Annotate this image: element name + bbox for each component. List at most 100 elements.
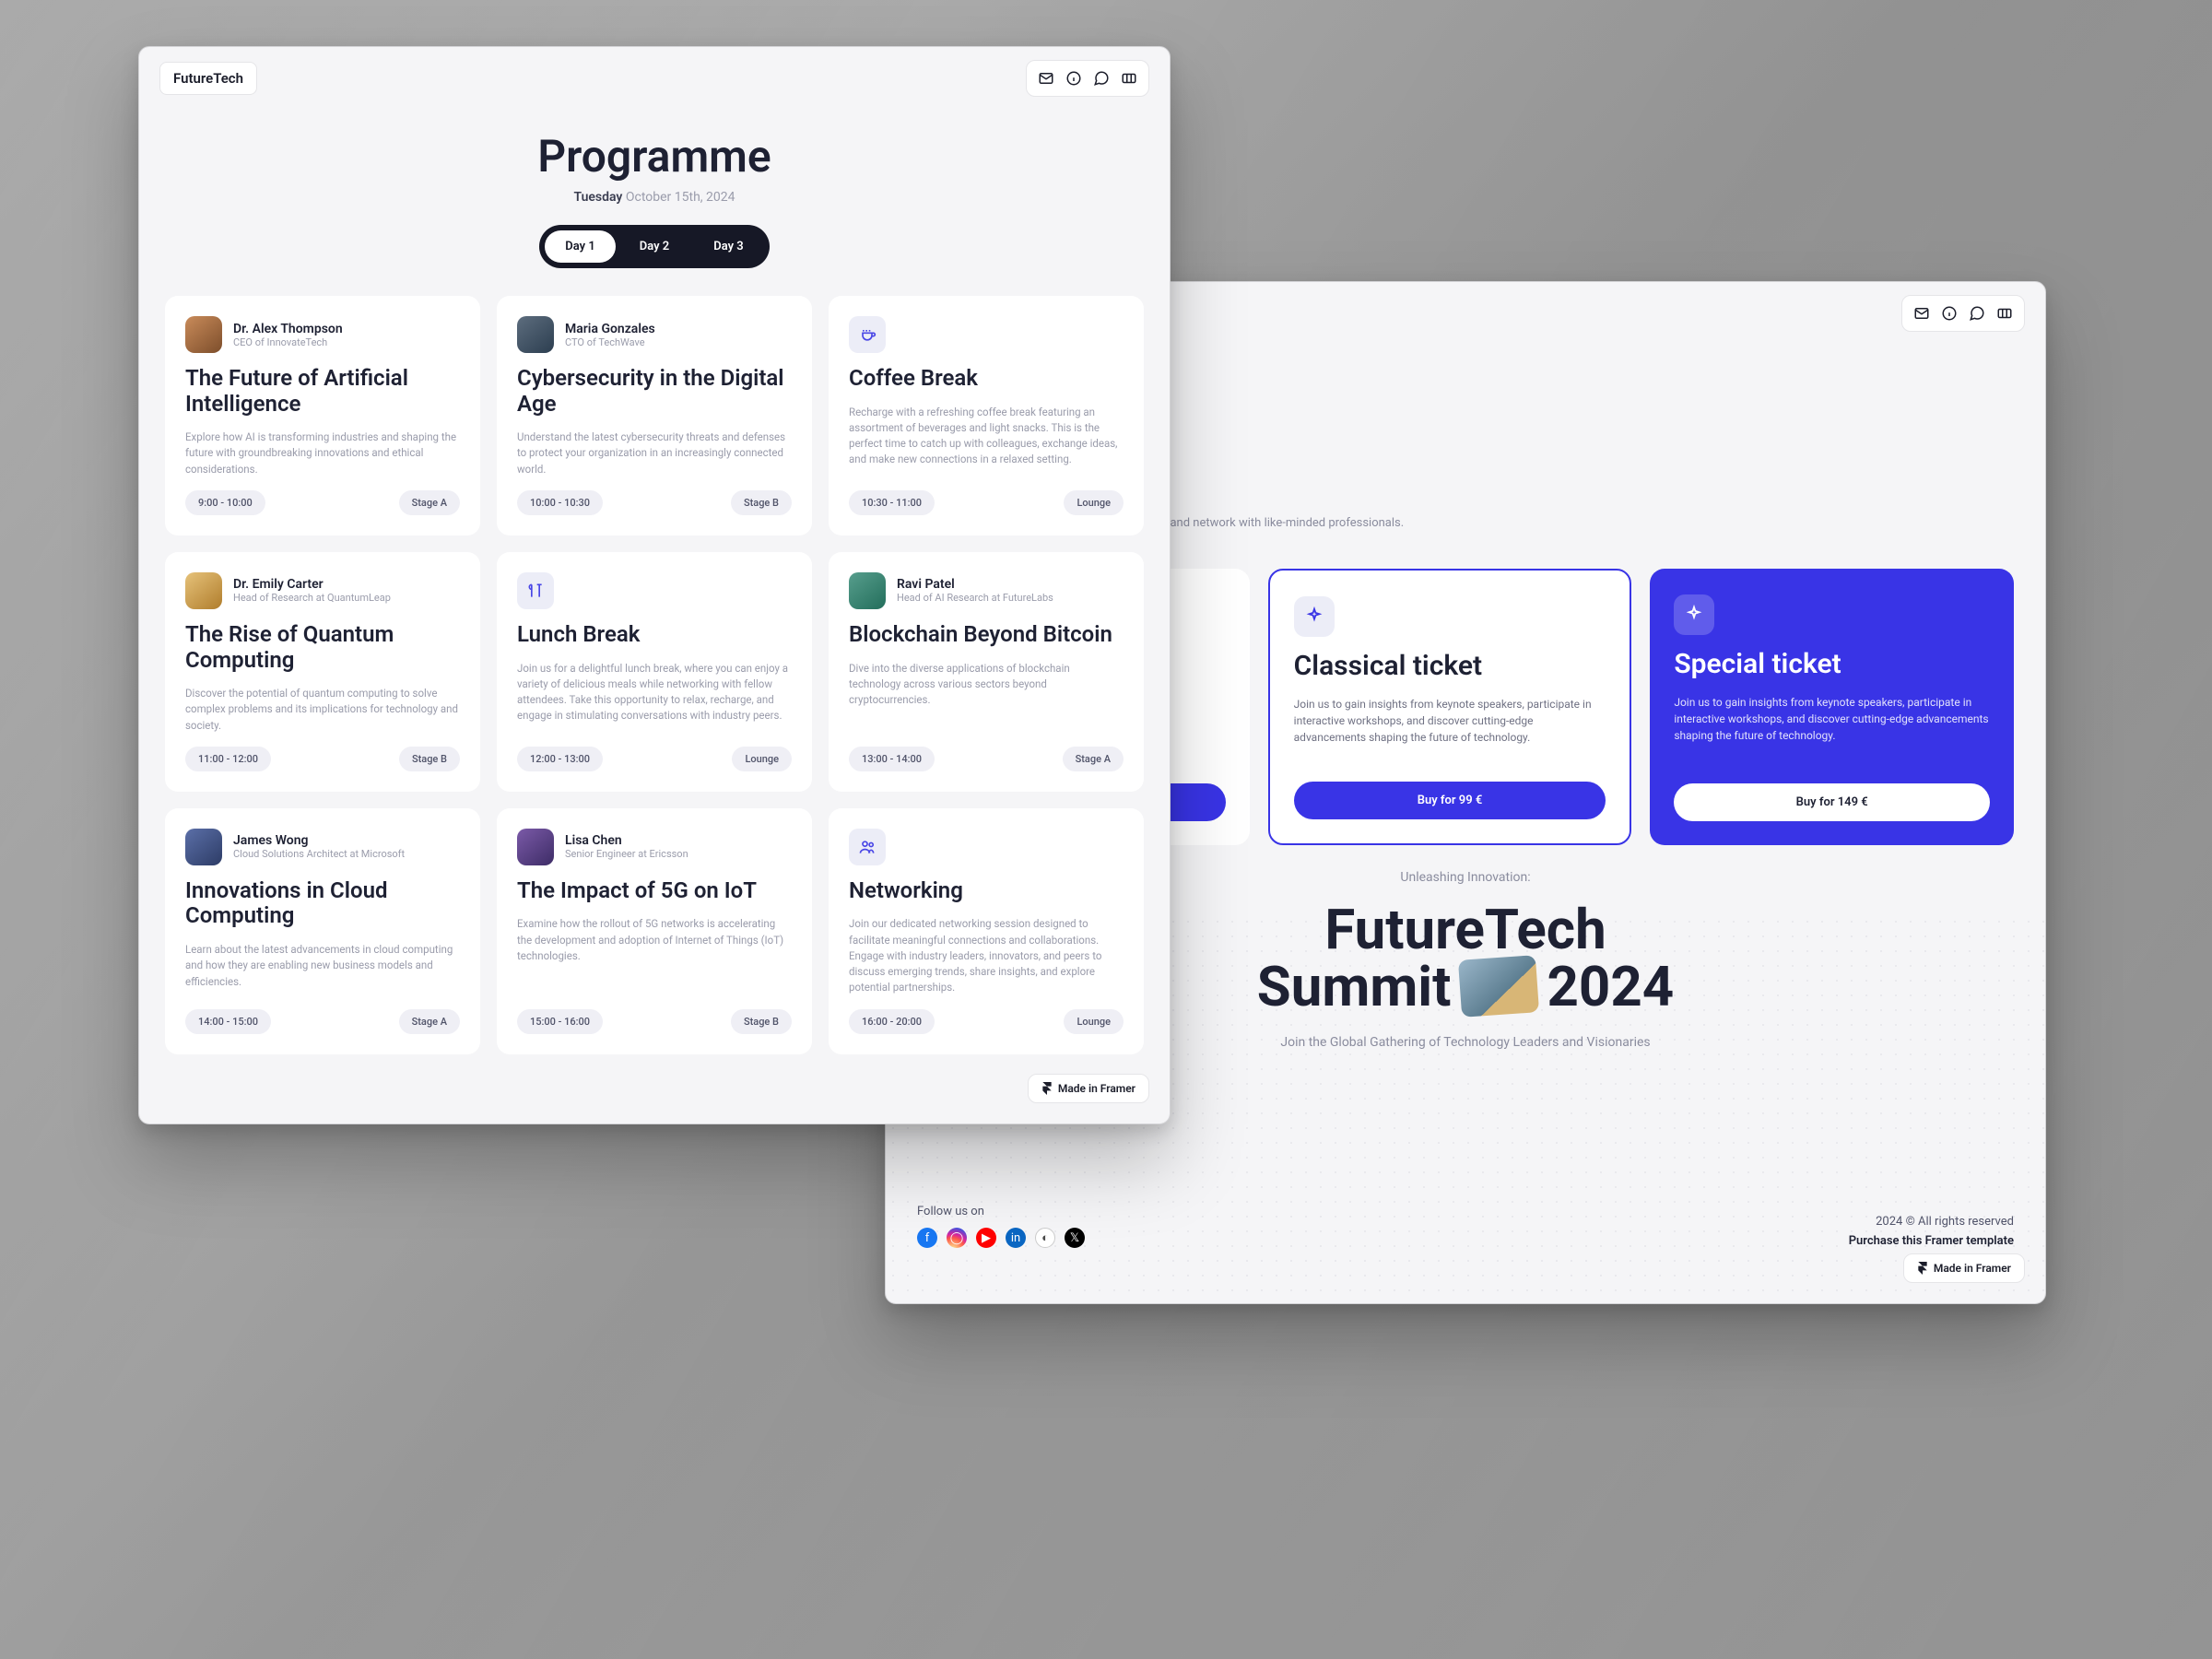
- session-title: Lunch Break: [517, 622, 792, 648]
- speaker-block: Lisa Chen Senior Engineer at Ericsson: [517, 829, 792, 865]
- ticket-desc: Join us to gain insights from keynote sp…: [1294, 696, 1606, 746]
- speaker-avatar: [185, 829, 222, 865]
- ticket-name: Classical ticket: [1294, 652, 1606, 681]
- x-icon[interactable]: 𝕏: [1065, 1228, 1085, 1248]
- tickets-heading: now: [1079, 465, 2014, 505]
- speaker-name: Ravi Patel: [897, 577, 1053, 592]
- buy-button[interactable]: Buy for 149 €: [1674, 783, 1990, 821]
- session-card[interactable]: Lisa Chen Senior Engineer at Ericsson Th…: [497, 808, 812, 1054]
- facebook-icon[interactable]: f: [917, 1228, 937, 1248]
- window-header: FutureTech: [139, 47, 1170, 110]
- mail-icon[interactable]: [1912, 303, 1932, 324]
- footer-hero-line2b: 2024: [1547, 959, 1674, 1015]
- room-pill: Stage A: [1063, 747, 1124, 771]
- template-link[interactable]: Purchase this Framer template: [1849, 1234, 2014, 1248]
- time-pill: 15:00 - 16:00: [517, 1009, 603, 1034]
- ticket-icon[interactable]: [1994, 303, 2015, 324]
- time-pill: 12:00 - 13:00: [517, 747, 603, 771]
- session-title: Blockchain Beyond Bitcoin: [849, 622, 1124, 648]
- session-desc: Recharge with a refreshing coffee break …: [849, 405, 1124, 468]
- session-title: Cybersecurity in the Digital Age: [517, 366, 792, 417]
- session-desc: Learn about the latest advancements in c…: [185, 942, 460, 990]
- tab-day-1[interactable]: Day 1: [545, 230, 615, 263]
- instagram-icon[interactable]: ◯: [947, 1228, 967, 1248]
- room-pill: Lounge: [732, 747, 792, 771]
- food-icon: [517, 572, 554, 609]
- speaker-avatar: [185, 316, 222, 353]
- programme-date: Tuesday October 15th, 2024: [165, 190, 1144, 205]
- speaker-block: Ravi Patel Head of AI Research at Future…: [849, 572, 1124, 609]
- speaker-role: Senior Engineer at Ericsson: [565, 848, 688, 860]
- ticket-icon[interactable]: [1119, 68, 1139, 88]
- time-pill: 10:00 - 10:30: [517, 490, 603, 515]
- dribbble-icon[interactable]: ◐: [1035, 1228, 1055, 1248]
- page-title: Programme: [165, 130, 1144, 182]
- time-pill: 10:30 - 11:00: [849, 490, 935, 515]
- session-title: Coffee Break: [849, 366, 1124, 392]
- people-icon: [849, 829, 886, 865]
- session-card[interactable]: Ravi Patel Head of AI Research at Future…: [829, 552, 1144, 792]
- info-icon[interactable]: [1939, 303, 1959, 324]
- session-card[interactable]: Dr. Alex Thompson CEO of InnovateTech Th…: [165, 296, 480, 535]
- buy-button[interactable]: Buy for 99 €: [1294, 782, 1606, 819]
- room-pill: Lounge: [1064, 1009, 1124, 1034]
- time-pill: 11:00 - 12:00: [185, 747, 271, 771]
- room-pill: Stage A: [399, 490, 460, 515]
- tab-day-2[interactable]: Day 2: [619, 230, 689, 263]
- ticket-special: Special ticket Join us to gain insights …: [1650, 569, 2014, 845]
- session-card[interactable]: Maria Gonzales CTO of TechWave Cybersecu…: [497, 296, 812, 535]
- session-title: The Impact of 5G on IoT: [517, 878, 792, 904]
- speaker-avatar: [185, 572, 222, 609]
- chat-icon[interactable]: [1967, 303, 1987, 324]
- room-pill: Stage B: [399, 747, 460, 771]
- hero-inline-image: [1458, 955, 1539, 1018]
- time-pill: 16:00 - 20:00: [849, 1009, 935, 1034]
- room-pill: Lounge: [1064, 490, 1124, 515]
- ticket-classical: Classical ticket Join us to gain insight…: [1268, 569, 1632, 845]
- mail-icon[interactable]: [1036, 68, 1056, 88]
- room-pill: Stage A: [399, 1009, 460, 1034]
- sparkle-icon: [1294, 596, 1335, 637]
- header-icon-group: [1026, 60, 1149, 97]
- session-desc: Join our dedicated networking session de…: [849, 916, 1124, 995]
- session-card[interactable]: Lunch Break Join us for a delightful lun…: [497, 552, 812, 792]
- session-desc: Discover the potential of quantum comput…: [185, 686, 460, 734]
- session-desc: Understand the latest cybersecurity thre…: [517, 429, 792, 477]
- speaker-name: Dr. Alex Thompson: [233, 322, 343, 336]
- speaker-block: Dr. Alex Thompson CEO of InnovateTech: [185, 316, 460, 353]
- tickets-subheading: ndbreaking ideas, and network with like-…: [1074, 516, 2014, 530]
- info-icon[interactable]: [1064, 68, 1084, 88]
- header-icon-group: [1901, 295, 2025, 332]
- speaker-avatar: [517, 829, 554, 865]
- session-card[interactable]: Coffee Break Recharge with a refreshing …: [829, 296, 1144, 535]
- speaker-name: Dr. Emily Carter: [233, 577, 391, 592]
- chat-icon[interactable]: [1091, 68, 1112, 88]
- time-pill: 14:00 - 15:00: [185, 1009, 271, 1034]
- speaker-block: Maria Gonzales CTO of TechWave: [517, 316, 792, 353]
- speaker-name: James Wong: [233, 833, 405, 848]
- speaker-block: Dr. Emily Carter Head of Research at Qua…: [185, 572, 460, 609]
- footer-hero-line1: FutureTech: [1324, 901, 1606, 958]
- session-card[interactable]: James Wong Cloud Solutions Architect at …: [165, 808, 480, 1054]
- linkedin-icon[interactable]: in: [1006, 1228, 1026, 1248]
- tab-day-3[interactable]: Day 3: [693, 230, 763, 263]
- room-pill: Stage B: [731, 490, 792, 515]
- speaker-name: Maria Gonzales: [565, 322, 655, 336]
- session-desc: Join us for a delightful lunch break, wh…: [517, 661, 792, 724]
- made-in-framer-badge[interactable]: Made in Framer: [1028, 1074, 1149, 1103]
- programme-window: FutureTech Programme Tuesday October 15t…: [138, 46, 1171, 1124]
- speaker-role: Cloud Solutions Architect at Microsoft: [233, 848, 405, 860]
- speaker-avatar: [517, 316, 554, 353]
- follow-label: Follow us on: [917, 1205, 1085, 1218]
- made-in-framer-badge[interactable]: Made in Framer: [1903, 1253, 2025, 1283]
- session-card[interactable]: Dr. Emily Carter Head of Research at Qua…: [165, 552, 480, 792]
- session-title: Innovations in Cloud Computing: [185, 878, 460, 929]
- speaker-avatar: [849, 572, 886, 609]
- brand-logo[interactable]: FutureTech: [159, 62, 257, 95]
- session-card[interactable]: Networking Join our dedicated networking…: [829, 808, 1144, 1054]
- social-icons: f ◯ ▶ in ◐ 𝕏: [917, 1228, 1085, 1248]
- youtube-icon[interactable]: ▶: [976, 1228, 996, 1248]
- ticket-name: Special ticket: [1674, 650, 1990, 679]
- coffee-icon: [849, 316, 886, 353]
- session-title: Networking: [849, 878, 1124, 904]
